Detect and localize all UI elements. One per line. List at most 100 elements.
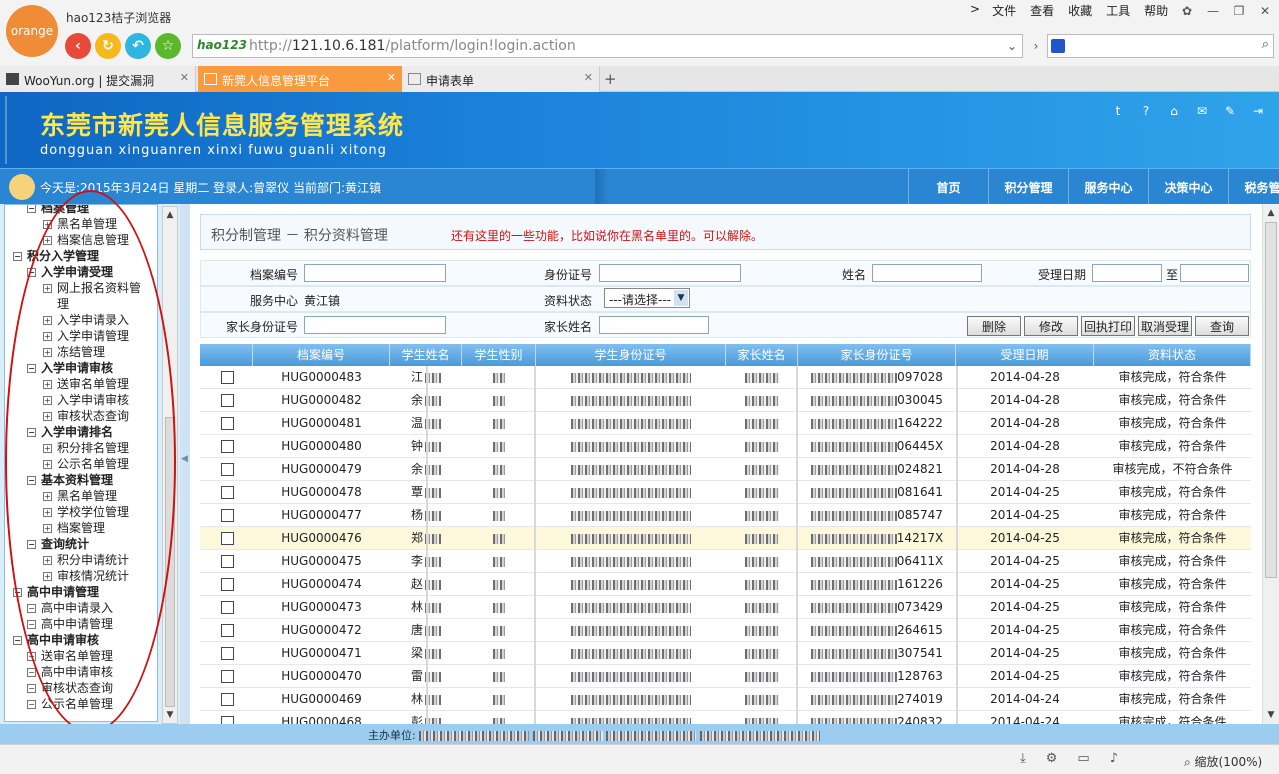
refresh-icon[interactable]: ↻	[95, 33, 121, 59]
tab-close-icon[interactable]: ✕	[180, 71, 189, 84]
collapse-icon[interactable]: −	[13, 636, 22, 645]
minimize-icon[interactable]: —	[1200, 4, 1226, 18]
scroll-down-icon[interactable]: ▼	[1264, 708, 1278, 722]
new-tab-icon[interactable]: +	[604, 70, 617, 88]
collapse-icon[interactable]: −	[27, 684, 36, 693]
settings-icon[interactable]: ⚙	[1046, 751, 1058, 766]
table-row[interactable]: HUG0000477 杨 085747 2014-04-25 审核完成，符合条件	[200, 504, 1251, 527]
tab-close-icon[interactable]: ✕	[387, 71, 396, 84]
scroll-up-icon[interactable]: ▲	[163, 208, 177, 222]
menu-chevron-icon[interactable]: >	[970, 2, 980, 19]
archive-no-field[interactable]	[304, 264, 446, 282]
address-bar[interactable]: hao123 http://121.10.6.181/platform/logi…	[192, 34, 1023, 58]
row-checkbox[interactable]	[221, 578, 234, 591]
undo-tab-icon[interactable]: ↶	[125, 33, 151, 59]
accept-date-to[interactable]	[1180, 264, 1249, 282]
collapse-arrow-icon[interactable]: ◀	[181, 454, 188, 464]
row-checkbox[interactable]	[221, 417, 234, 430]
favorite-icon[interactable]: ☆	[155, 33, 181, 59]
row-checkbox[interactable]	[221, 440, 234, 453]
table-row[interactable]: HUG0000476 郑 14217X 2014-04-25 审核完成，符合条件	[200, 527, 1251, 550]
row-checkbox[interactable]	[221, 463, 234, 476]
menu-help[interactable]: 帮助	[1144, 2, 1168, 19]
accept-date-from[interactable]	[1092, 264, 1162, 282]
table-row[interactable]: HUG0000482 余 030045 2014-04-28 审核完成，符合条件	[200, 389, 1251, 412]
table-row[interactable]: HUG0000473 林 073429 2014-04-25 审核完成，符合条件	[200, 596, 1251, 619]
go-icon[interactable]: ›	[1026, 34, 1046, 58]
table-row[interactable]: HUG0000474 赵 161226 2014-04-25 审核完成，符合条件	[200, 573, 1251, 596]
table-row[interactable]: HUG0000468 彭 240832 2014-04-24 审核完成，符合条件	[200, 711, 1251, 724]
print-receipt-button[interactable]: 回执打印	[1081, 316, 1135, 336]
row-checkbox[interactable]	[221, 371, 234, 384]
table-row[interactable]: HUG0000475 李 06411X 2014-04-25 审核完成，符合条件	[200, 550, 1251, 573]
name-field[interactable]	[872, 264, 982, 282]
nav-home[interactable]: 首页	[908, 169, 988, 205]
cancel-accept-button[interactable]: 取消受理	[1138, 316, 1192, 336]
nav-points[interactable]: 积分管理	[988, 169, 1068, 205]
maximize-icon[interactable]: ❐	[1226, 4, 1252, 18]
zoom-label[interactable]: ⌕ 缩放(100%)	[1184, 753, 1262, 770]
tab-application-form[interactable]: 申请表单 ✕	[402, 66, 600, 92]
search-input[interactable]: ⌕	[1047, 34, 1274, 58]
row-checkbox[interactable]	[221, 647, 234, 660]
download-icon[interactable]: ⤓	[1020, 751, 1026, 766]
table-row[interactable]: HUG0000480 钟 06445X 2014-04-28 审核完成，符合条件	[200, 435, 1251, 458]
sidebar-collapse-handle[interactable]: ◀	[180, 204, 190, 724]
table-row[interactable]: HUG0000483 江 097028 2014-04-28 审核完成，符合条件	[200, 366, 1251, 389]
table-row[interactable]: HUG0000478 覃 081641 2014-04-25 审核完成，符合条件	[200, 481, 1251, 504]
scroll-thumb[interactable]	[1265, 222, 1277, 578]
id-no-field[interactable]	[599, 264, 741, 282]
parent-name-field[interactable]	[599, 316, 709, 334]
row-checkbox[interactable]	[221, 716, 234, 724]
twitter-icon[interactable]: t	[1108, 102, 1128, 120]
main-scrollbar[interactable]: ▲ ▼	[1262, 204, 1279, 724]
tab-close-icon[interactable]: ✕	[584, 71, 593, 84]
table-row[interactable]: HUG0000470 雷 128763 2014-04-25 审核完成，符合条件	[200, 665, 1251, 688]
tab-xinguanren[interactable]: 新莞人信息管理平台 ✕	[198, 66, 402, 92]
close-icon[interactable]: ✕	[1252, 4, 1278, 18]
baidu-icon[interactable]	[1051, 39, 1065, 53]
row-checkbox[interactable]	[221, 670, 234, 683]
window-icon[interactable]: ▭	[1077, 751, 1089, 766]
help-icon[interactable]: ?	[1136, 102, 1156, 120]
delete-button[interactable]: 删除	[967, 316, 1021, 336]
nav-service[interactable]: 服务中心	[1068, 169, 1148, 205]
table-row[interactable]: HUG0000469 林 274019 2014-04-24 审核完成，符合条件	[200, 688, 1251, 711]
parent-id-field[interactable]	[304, 316, 446, 334]
row-checkbox[interactable]	[221, 532, 234, 545]
row-checkbox[interactable]	[221, 624, 234, 637]
skin-icon[interactable]: ✿	[1174, 4, 1200, 18]
exit-icon[interactable]: ⇥	[1248, 102, 1268, 120]
table-row[interactable]: HUG0000481 温 164222 2014-04-28 审核完成，符合条件	[200, 412, 1251, 435]
table-row[interactable]: HUG0000471 梁 307541 2014-04-25 审核完成，符合条件	[200, 642, 1251, 665]
scroll-up-icon[interactable]: ▲	[1264, 206, 1278, 220]
status-select[interactable]: ---请选择--- ▼	[604, 288, 690, 308]
row-checkbox[interactable]	[221, 486, 234, 499]
scroll-down-icon[interactable]: ▼	[163, 708, 177, 722]
home-icon[interactable]: ⌂	[1164, 102, 1184, 120]
table-row[interactable]: HUG0000472 唐 264615 2014-04-25 审核完成，符合条件	[200, 619, 1251, 642]
menu-tools[interactable]: 工具	[1106, 2, 1130, 19]
row-checkbox[interactable]	[221, 394, 234, 407]
back-icon[interactable]: ‹	[65, 33, 91, 59]
nav-tax[interactable]: 税务管理	[1228, 169, 1279, 205]
edit-button[interactable]: 修改	[1024, 316, 1078, 336]
table-row[interactable]: HUG0000479 余 024821 2014-04-28 审核完成，不符合条件	[200, 458, 1251, 481]
row-checkbox[interactable]	[221, 509, 234, 522]
menu-file[interactable]: 文件	[992, 2, 1016, 19]
menu-favorites[interactable]: 收藏	[1068, 2, 1092, 19]
query-button[interactable]: 查询	[1195, 316, 1249, 336]
edit-icon[interactable]: ✎	[1220, 102, 1240, 120]
nav-decision[interactable]: 决策中心	[1148, 169, 1228, 205]
collapse-icon[interactable]: −	[13, 252, 22, 261]
tab-wooyun[interactable]: WooYun.org | 提交漏洞 ✕	[0, 66, 196, 92]
row-checkbox[interactable]	[221, 693, 234, 706]
menu-view[interactable]: 查看	[1030, 2, 1054, 19]
row-checkbox[interactable]	[221, 555, 234, 568]
search-icon[interactable]: ⌕	[1262, 37, 1269, 52]
mail-icon[interactable]: ✉	[1192, 102, 1212, 120]
address-dropdown-icon[interactable]: ⌄	[1000, 34, 1024, 58]
url-text[interactable]: http://121.10.6.181/platform/login!login…	[249, 38, 576, 54]
collapse-icon[interactable]: −	[27, 700, 36, 709]
collapse-icon[interactable]: −	[27, 205, 36, 213]
